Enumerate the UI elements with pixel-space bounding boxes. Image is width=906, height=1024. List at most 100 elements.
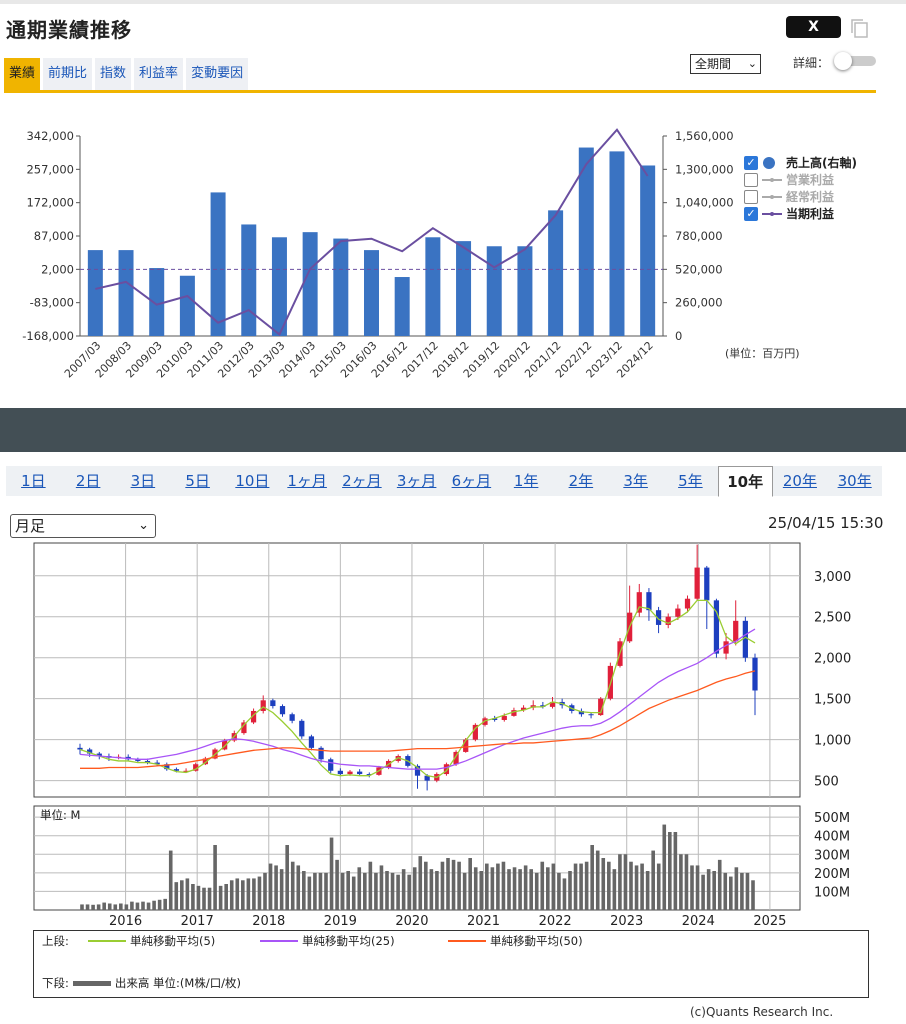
revenue-bar <box>578 147 594 336</box>
left-tick-label: -83,000 <box>30 296 74 310</box>
line-series-icon <box>762 211 782 216</box>
legend-label: 当期利益 <box>786 207 835 221</box>
legend-upper-label: 上段: <box>42 934 69 948</box>
left-tick-label: 2,000 <box>41 262 74 276</box>
volume-bar <box>130 901 134 910</box>
candle-body <box>347 771 353 775</box>
legend-item-0[interactable]: ✓ 売上高(右軸) <box>744 154 857 171</box>
volume-bar <box>157 899 162 910</box>
volume-bar <box>274 865 278 910</box>
volume-bar <box>734 867 739 910</box>
volume-bar <box>91 904 95 910</box>
ma50-swatch <box>448 940 486 942</box>
volume-bar <box>396 874 400 910</box>
volume-bar <box>340 872 345 910</box>
left-tick-label: 87,000 <box>34 229 74 243</box>
candle-body <box>260 700 266 711</box>
volume-bar <box>446 858 450 910</box>
volume-bar <box>379 865 384 910</box>
x-tick-label: 2023 <box>610 914 643 929</box>
volume-bar <box>424 861 428 910</box>
candle-body <box>675 608 681 617</box>
legend-ma50: 単純移動平均(50) <box>444 933 583 949</box>
volume-bar <box>113 904 118 910</box>
volume-bar <box>573 863 578 910</box>
volume-bar <box>191 884 195 910</box>
x-tick-label: 2022 <box>539 914 572 929</box>
volume-bar <box>451 859 456 910</box>
volume-bar <box>679 854 683 910</box>
volume-bar <box>662 824 667 910</box>
volume-bar <box>701 874 705 910</box>
volume-bar <box>568 871 572 910</box>
legend-item-1[interactable]: 営業利益 <box>744 171 857 188</box>
candle-body <box>646 592 652 611</box>
volume-bar <box>135 902 140 910</box>
revenue-bar <box>486 246 502 336</box>
volume-bar <box>368 861 373 910</box>
volume-bar <box>518 869 522 910</box>
volume-bar <box>335 859 339 910</box>
volume-bar <box>496 863 500 910</box>
candle-body <box>694 567 700 599</box>
candle-body <box>733 620 739 642</box>
price-tick-label: 1,500 <box>814 693 851 708</box>
volume-bar <box>296 865 301 910</box>
volume-bar <box>257 876 262 910</box>
volume-tick-label: 100M <box>814 885 850 900</box>
revenue-bar <box>118 250 134 336</box>
volume-bar <box>623 854 628 910</box>
volume-bar <box>529 869 533 910</box>
volume-bar <box>351 876 356 910</box>
volume-bar <box>290 861 295 910</box>
volume-bar <box>607 861 611 910</box>
legend-ma25: 単純移動平均(25) <box>256 933 395 949</box>
volume-bar <box>268 863 273 910</box>
revenue-bar <box>548 210 564 336</box>
revenue-bar <box>149 268 165 336</box>
legend-item-2[interactable]: 経常利益 <box>744 188 857 205</box>
volume-bar <box>512 867 517 910</box>
candle-body <box>328 759 334 771</box>
legend-label: 経常利益 <box>786 190 835 204</box>
candle-body <box>704 567 710 601</box>
x-tick-label: 2025 <box>753 914 786 929</box>
volume-bar <box>645 871 650 910</box>
volume-bar <box>435 871 439 910</box>
volume-tick-label: 500M <box>814 811 850 826</box>
performance-unit: (単位：百万円) <box>725 347 800 360</box>
candle-body <box>501 715 507 720</box>
revenue-bar <box>210 192 226 336</box>
volume-bar <box>590 845 594 910</box>
legend-item-3[interactable]: ✓ 当期利益 <box>744 205 857 222</box>
revenue-bar <box>640 165 656 336</box>
legend-checkbox[interactable] <box>744 172 758 187</box>
volume-bar <box>318 872 323 910</box>
volume-bar <box>468 858 472 910</box>
legend-label: 売上高(右軸) <box>786 156 857 170</box>
x-tick-label: 2019 <box>324 914 357 929</box>
legend-checkbox[interactable]: ✓ <box>744 155 758 170</box>
volume-bar <box>180 880 184 910</box>
x-tick-label: 2017 <box>181 914 214 929</box>
candle-body <box>270 700 276 707</box>
line-series-icon <box>762 194 782 199</box>
volume-bar <box>218 885 223 910</box>
volume-bar <box>551 863 556 910</box>
volume-bar <box>634 865 639 910</box>
x-tick-label: 2018 <box>252 914 285 929</box>
series-marker <box>770 194 774 199</box>
legend-checkbox[interactable] <box>744 189 758 204</box>
volume-swatch <box>72 980 111 986</box>
volume-bar <box>207 887 212 910</box>
candle-body <box>299 720 305 737</box>
price-tick-label: 2,000 <box>814 652 851 667</box>
right-tick-label: 780,000 <box>675 229 723 243</box>
series-dot <box>763 156 775 169</box>
revenue-bar <box>87 250 103 336</box>
revenue-bar <box>517 246 533 336</box>
price-tick-label: 2,500 <box>814 611 851 626</box>
x-tick-label: 2020 <box>395 914 428 929</box>
legend-checkbox[interactable]: ✓ <box>744 206 758 221</box>
legend-lower-label: 下段: <box>42 976 69 990</box>
